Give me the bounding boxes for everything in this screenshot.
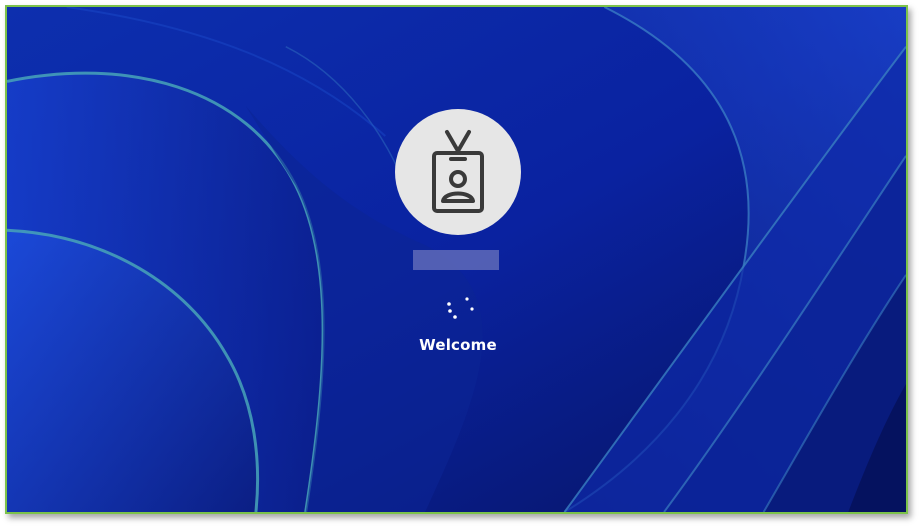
id-badge-icon xyxy=(432,130,484,213)
lock-screen: Welcome xyxy=(5,5,908,514)
loading-spinner-icon xyxy=(447,297,474,319)
username-placeholder xyxy=(413,250,499,270)
user-avatar xyxy=(395,109,521,235)
welcome-text: Welcome xyxy=(419,336,497,354)
